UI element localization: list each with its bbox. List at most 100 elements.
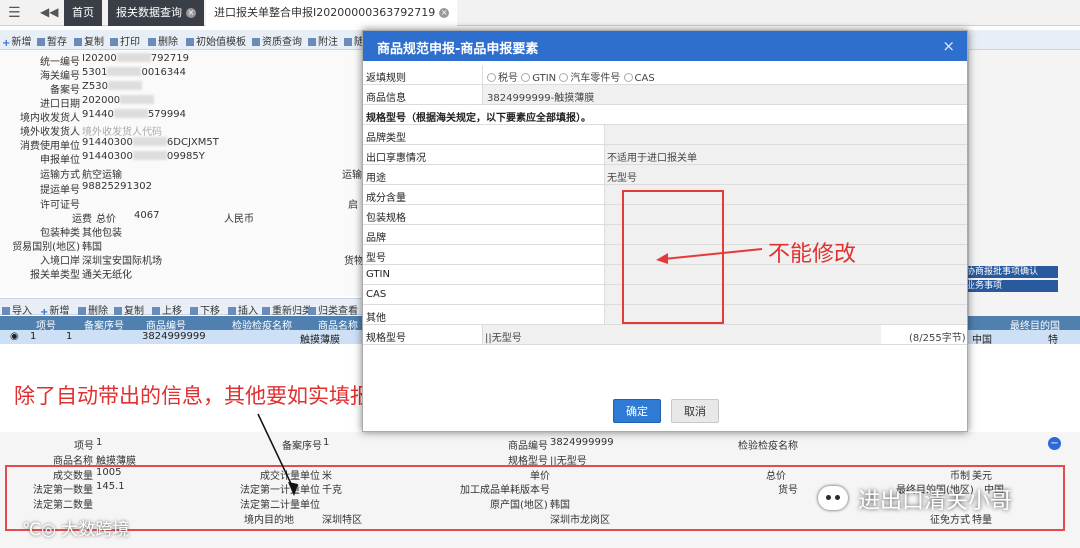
grid-add-button[interactable]: 新增 [40, 302, 69, 317]
entry-port-value[interactable]: 深圳宝安国际机场 [82, 252, 162, 267]
user-unit-value[interactable]: 91440300 6DCJXM5T [82, 137, 219, 148]
reclassify-button[interactable]: 重新归类 [262, 302, 312, 317]
close-icon[interactable]: × [439, 8, 450, 18]
field-label: 品牌类型 [366, 133, 406, 144]
consignee-prefix: 91440 [82, 109, 114, 120]
freight-value[interactable]: 4067 [134, 210, 159, 221]
record-value[interactable]: Z530 [82, 81, 142, 92]
import-date-value[interactable]: 202000 [82, 95, 155, 106]
attach-button[interactable]: 附注 [308, 33, 338, 48]
collapse-circle-icon[interactable]: − [1048, 437, 1061, 450]
cancel-button[interactable]: 取消 [671, 399, 719, 423]
spec-heading-row: 规格型号（根据海关规定，以下要素应全部填报）。 [363, 105, 967, 125]
confirm-matters-button[interactable]: 协商报批事项确认 [962, 266, 1058, 278]
foreign-consignee-input[interactable]: 境外收发货人代码 [82, 123, 162, 138]
declarant-suffix: 09985Y [166, 151, 205, 162]
column-divider [604, 265, 605, 285]
product-info-row: 商品信息 3824999999-触摸薄膜 [363, 85, 967, 105]
tab-active[interactable]: 进口报关单整合申报I20200000363792719 × [206, 0, 458, 26]
instruction-annotation: 除了自动带出的信息，其他要如实填报完整 [14, 384, 413, 408]
uid-label: 统一编号 [40, 57, 80, 68]
radio-icon[interactable] [559, 73, 569, 82]
save-button[interactable]: 暂存 [37, 33, 67, 48]
template-button[interactable]: 初始值模板 [186, 33, 246, 48]
import-button[interactable]: 导入 [2, 302, 32, 317]
product-info-value: 3824999999-触摸薄膜 [487, 93, 595, 104]
delete-button[interactable]: 删除 [148, 33, 178, 48]
import-date-prefix: 202000 [82, 95, 121, 106]
grid-copy-button[interactable]: 复制 [114, 302, 144, 317]
bill-value[interactable]: 98825291302 [82, 181, 152, 192]
bill-label: 提运单号 [40, 185, 80, 196]
item-no-label: 项号 [74, 441, 94, 452]
freight-type[interactable]: 总价 [96, 210, 116, 225]
close-icon[interactable]: × [186, 8, 196, 18]
spec-value[interactable]: ||无型号 [550, 452, 587, 467]
close-icon[interactable]: × [942, 37, 955, 55]
radio-icon[interactable] [521, 73, 531, 82]
move-down-button[interactable]: 下移 [190, 302, 220, 317]
readonly-cell [605, 165, 967, 184]
copy-button[interactable]: 复制 [74, 33, 104, 48]
menu-icon[interactable]: ☰ [8, 5, 21, 21]
consignee-value[interactable]: 91440 579994 [82, 109, 186, 120]
spec-model-row: 规格型号 ||无型号 (8/255字节) [363, 325, 967, 345]
transport-value[interactable]: 航空运输 [82, 166, 122, 181]
field-row: 品牌类型 [363, 125, 967, 145]
collapse-icon[interactable]: ◀◀ [40, 5, 58, 19]
rule-option-tax[interactable]: 税号 [498, 73, 518, 84]
right-panel [968, 50, 1080, 340]
record-label: 备案号 [50, 85, 80, 96]
ok-button[interactable]: 确定 [613, 399, 661, 423]
goods-code-value[interactable]: 3824999999 [550, 437, 614, 450]
rule-option-car-part[interactable]: 汽车零件号 [570, 73, 620, 84]
entry-port-right-label: 货物 [344, 256, 364, 267]
spec-label: 规格型号 [508, 456, 548, 467]
more-button[interactable]: 随 [344, 33, 364, 48]
radio-icon[interactable]: ◉ [10, 331, 19, 342]
classify-view-button[interactable]: 归类查看 [308, 302, 358, 317]
consignee-label: 境内收发货人 [20, 113, 80, 124]
column-divider [604, 225, 605, 245]
print-button[interactable]: 打印 [110, 33, 140, 48]
grid-cell-record: 1 [66, 331, 73, 342]
grid-toolbar: 导入 新增 删除 复制 上移 下移 插入 重新归类 归类查看 [0, 298, 362, 317]
qualification-query-button[interactable]: 资质查询 [252, 33, 302, 48]
radio-icon[interactable] [487, 73, 496, 82]
field-value: 无型号 [607, 173, 637, 184]
declarant-value[interactable]: 91440300 09985Y [82, 151, 205, 162]
field-label: GTIN [366, 269, 390, 280]
item-no-value[interactable]: 1 [96, 437, 102, 450]
tab-query[interactable]: 报关数据查询 × [108, 0, 204, 26]
pack-value[interactable]: 其他包装 [82, 224, 122, 239]
move-up-button[interactable]: 上移 [152, 302, 182, 317]
product-info-label: 商品信息 [366, 93, 406, 104]
insert-button[interactable]: 插入 [228, 302, 258, 317]
business-matters-button[interactable]: 业务事项 [962, 280, 1058, 292]
inspection-name-label: 检验检疫名称 [738, 441, 798, 452]
readonly-cell [605, 125, 967, 144]
customs-no-value[interactable]: 5301 0016344 [82, 67, 186, 78]
trade-country-label: 贸易国别(地区) [12, 242, 80, 253]
radio-icon[interactable] [623, 73, 633, 82]
decl-type-label: 报关单类型 [30, 270, 80, 281]
table-row[interactable]: ◉ 1 1 3824999999 触摸薄膜 [0, 330, 362, 346]
tab-active-label: 进口报关单整合申报I20200000363792719 [214, 6, 436, 19]
foreign-consignee-label: 境外收发货人 [20, 127, 80, 138]
freight-currency[interactable]: 人民币 [224, 210, 254, 225]
add-button[interactable]: 新增 [2, 33, 31, 48]
trade-country-value[interactable]: 韩国 [82, 238, 102, 253]
rule-option-gtin[interactable]: GTIN [532, 73, 556, 84]
rule-option-cas[interactable]: CAS [635, 73, 655, 84]
customs-no-prefix: 5301 [82, 67, 108, 78]
goods-name-value[interactable]: 触摸薄膜 [96, 452, 136, 467]
user-unit-prefix: 91440300 [82, 137, 133, 148]
uid-value[interactable]: I20200 792719 [82, 53, 189, 64]
wechat-name: 进出口清关小哥 [858, 489, 1013, 514]
field-value: 不适用于进口报关单 [607, 153, 697, 164]
grid-delete-button[interactable]: 删除 [78, 302, 108, 317]
tab-home[interactable]: 首页 [64, 0, 102, 26]
decl-type-value[interactable]: 通关无纸化 [82, 266, 132, 281]
record-seq-value[interactable]: 1 [323, 437, 329, 450]
watermark-logo-icon: ℃◎ [22, 520, 56, 540]
